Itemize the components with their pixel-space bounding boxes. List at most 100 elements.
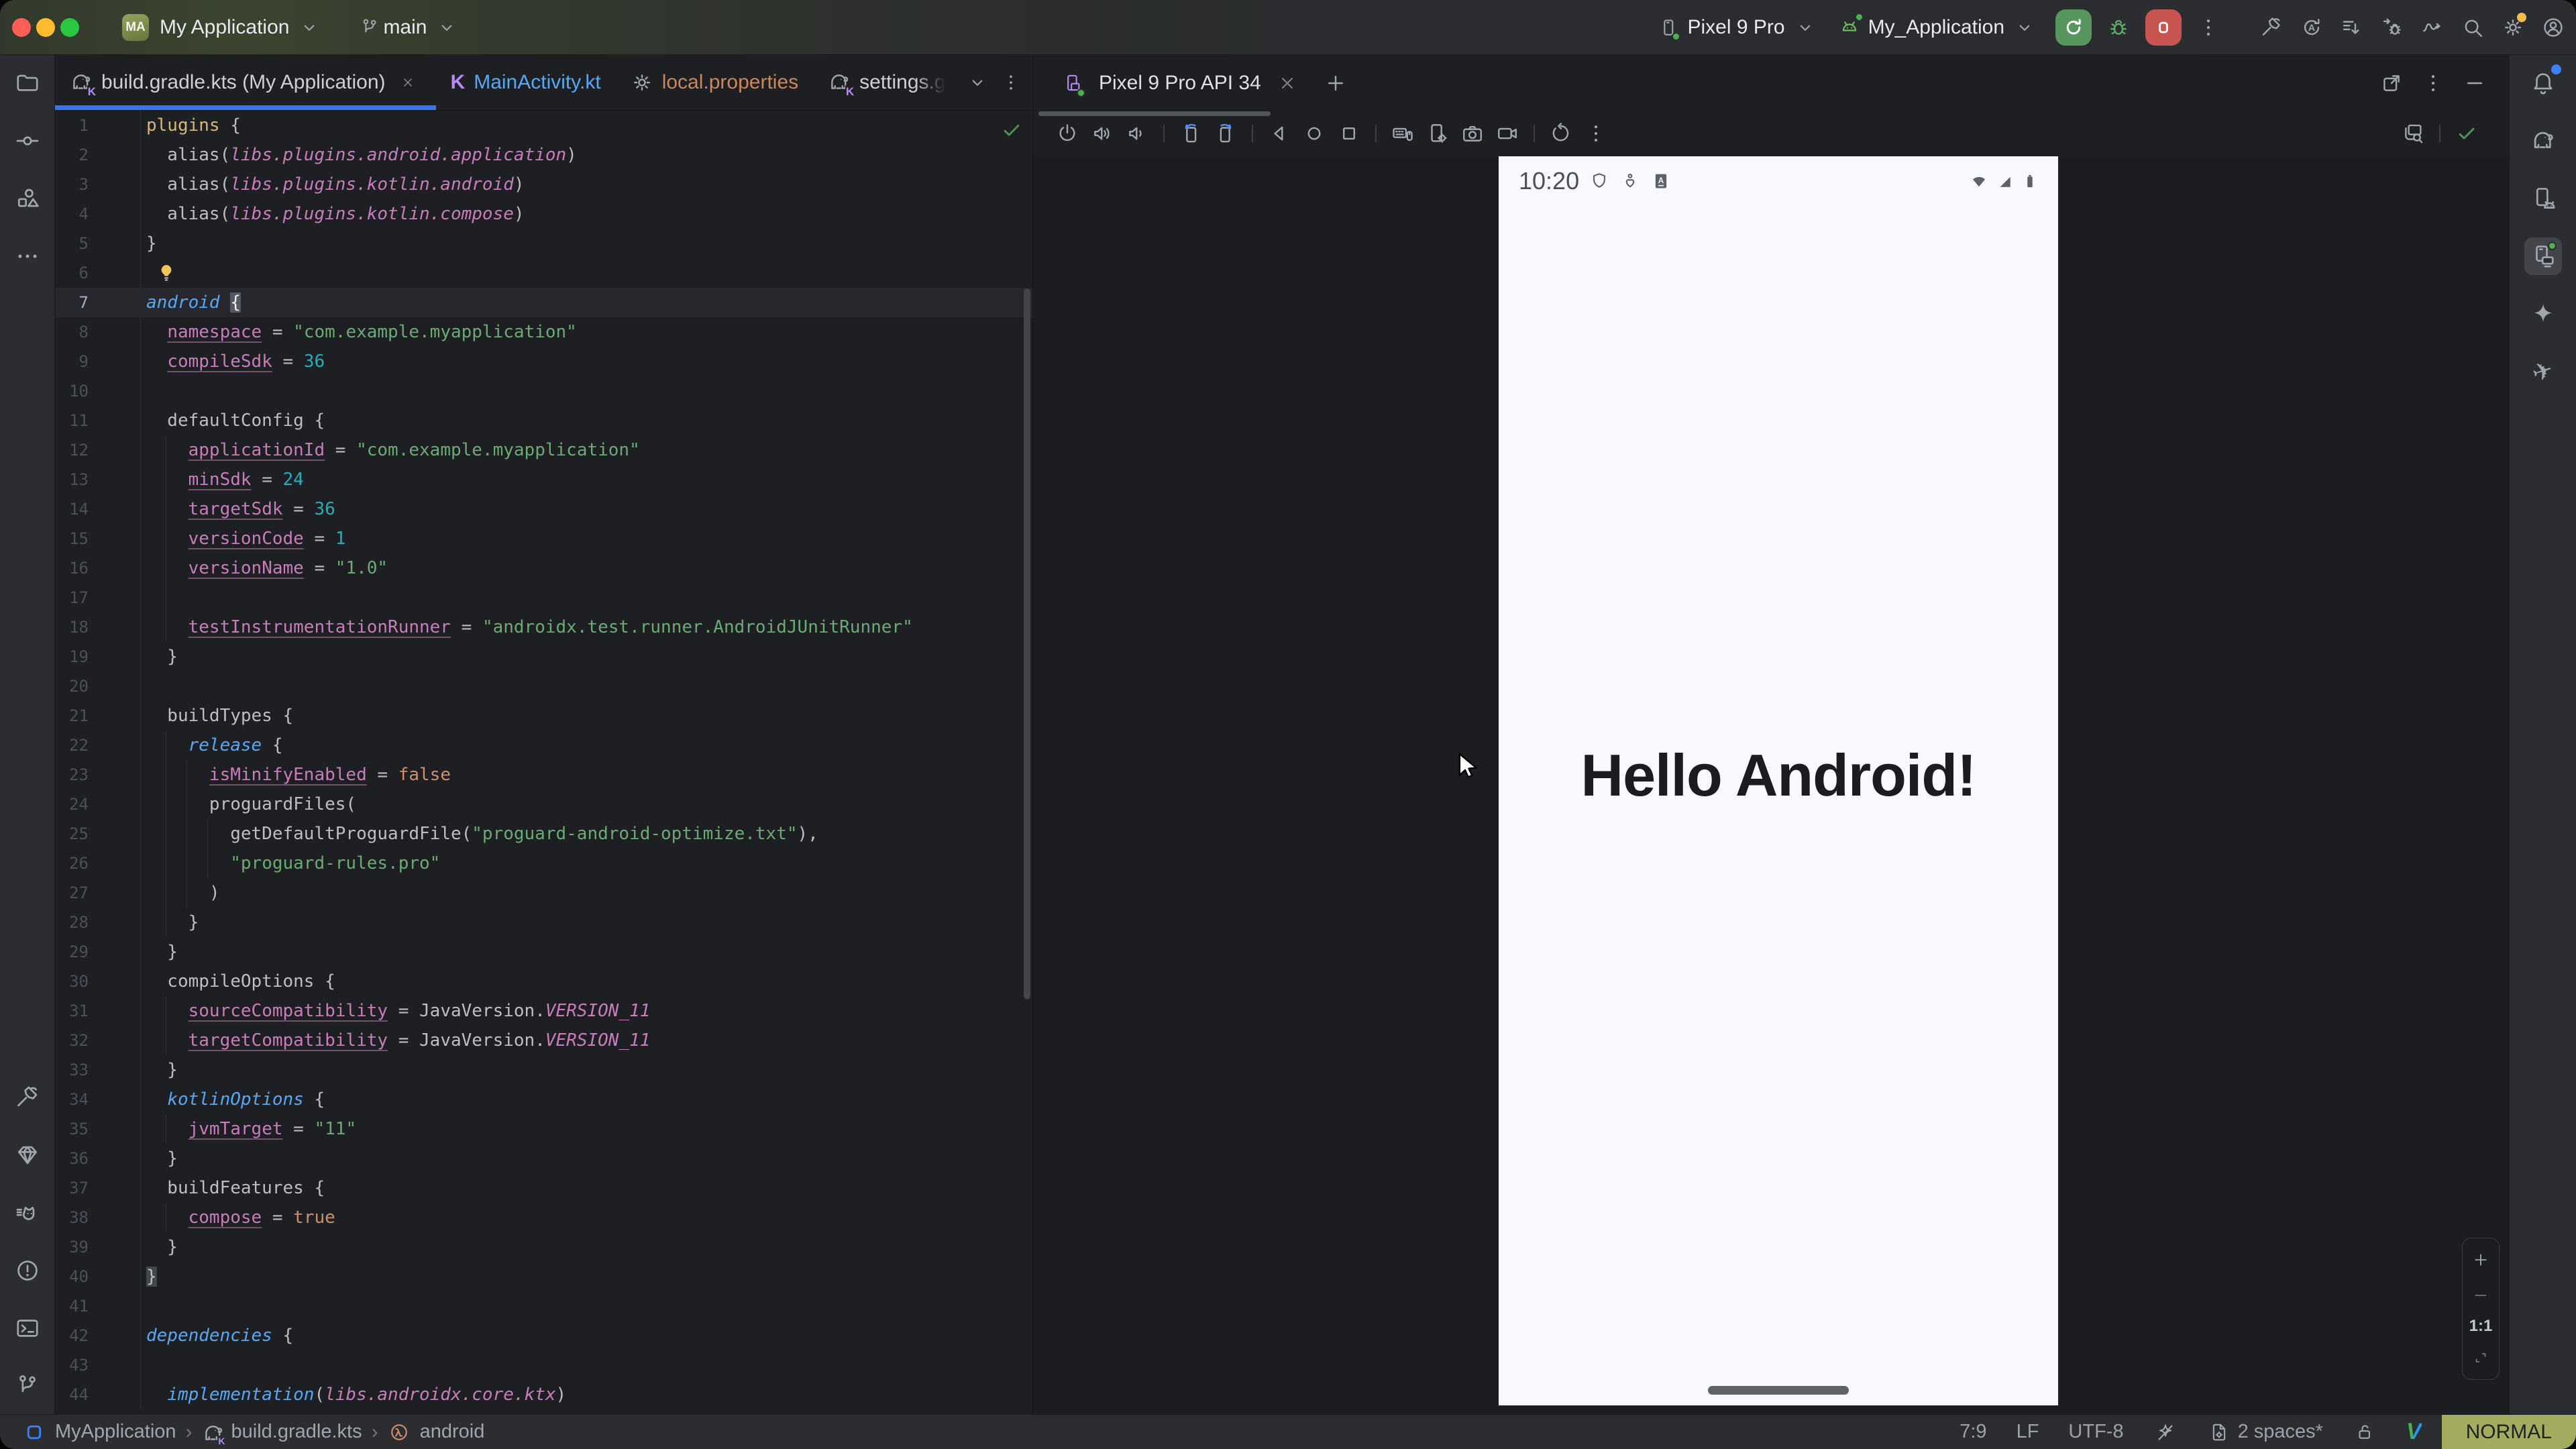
sidebar-item-notifications[interactable] (2524, 64, 2562, 102)
add-device-tab-button[interactable] (1320, 68, 1351, 99)
code-line[interactable]: 27 ) (55, 878, 1032, 908)
ui-check-button[interactable] (2398, 118, 2428, 149)
sidebar-item-gemini[interactable] (9, 1136, 46, 1174)
debug-button[interactable] (2105, 14, 2132, 41)
line-number[interactable]: 30 (55, 967, 89, 996)
code-line[interactable]: 17 (55, 583, 1032, 612)
line-number[interactable]: 3 (55, 170, 89, 199)
line-number[interactable]: 1 (55, 111, 89, 140)
ideavim-icon[interactable]: V (2406, 1419, 2422, 1445)
line-number[interactable]: 31 (55, 996, 89, 1026)
build-button[interactable] (2258, 14, 2285, 41)
code-line[interactable]: 9 compileSdk = 36 (55, 347, 1032, 376)
stop-button[interactable] (2145, 9, 2182, 46)
volume-down-button[interactable] (1122, 118, 1152, 149)
code-line[interactable]: 7android { (55, 288, 1032, 317)
sidebar-item-running-devices[interactable] (2524, 237, 2562, 275)
code-line[interactable]: 12 applicationId = "com.example.myapplic… (55, 435, 1032, 465)
line-number[interactable]: 5 (55, 229, 89, 258)
toolbar-more-button[interactable] (1580, 118, 1611, 149)
open-in-new-window-button[interactable] (2376, 68, 2407, 99)
code-line[interactable]: 2 alias(libs.plugins.android.application… (55, 140, 1032, 170)
code-line[interactable]: 30 compileOptions { (55, 967, 1032, 996)
code-line[interactable]: 26 "proguard-rules.pro" (55, 849, 1032, 878)
snapshot-reset-button[interactable] (1546, 118, 1576, 149)
code-line[interactable]: 14 targetSdk = 36 (55, 494, 1032, 524)
code-line[interactable]: 10 (55, 376, 1032, 406)
android-back-button[interactable] (1264, 118, 1295, 149)
inspections-status-check-icon[interactable] (1000, 119, 1023, 142)
line-number[interactable]: 11 (55, 406, 89, 435)
line-number[interactable]: 33 (55, 1055, 89, 1085)
code-line[interactable]: 41 (55, 1291, 1032, 1321)
apply-code-changes-button[interactable] (2339, 14, 2365, 41)
rotate-right-button[interactable] (1210, 118, 1241, 149)
sidebar-item-more[interactable] (9, 237, 46, 275)
vcs-branch-widget[interactable]: main (356, 14, 464, 41)
code-line[interactable]: 32 targetCompatibility = JavaVersion.VER… (55, 1026, 1032, 1055)
line-number[interactable]: 38 (55, 1203, 89, 1232)
profiler-button[interactable] (2419, 14, 2446, 41)
code-line[interactable]: 24 proguardFiles( (55, 790, 1032, 819)
tab-mainactivity-kt[interactable]: K MainActivity.kt (436, 55, 616, 110)
line-number[interactable]: 25 (55, 819, 89, 849)
code-line[interactable]: 44 implementation(libs.androidx.core.ktx… (55, 1380, 1032, 1409)
code-line[interactable]: 4 alias(libs.plugins.kotlin.compose) (55, 199, 1032, 229)
code-line[interactable]: 29 } (55, 937, 1032, 967)
device-settings-button[interactable] (1422, 118, 1453, 149)
hardware-input-button[interactable] (1387, 118, 1418, 149)
line-number[interactable]: 10 (55, 376, 89, 406)
line-number[interactable]: 35 (55, 1114, 89, 1144)
code-line[interactable]: 19 } (55, 642, 1032, 672)
line-number[interactable]: 20 (55, 672, 89, 701)
code-line[interactable]: 25 getDefaultProguardFile("proguard-andr… (55, 819, 1032, 849)
line-number[interactable]: 34 (55, 1085, 89, 1114)
zoom-out-button[interactable] (2467, 1282, 2494, 1309)
line-number[interactable]: 41 (55, 1291, 89, 1321)
code-line[interactable]: 18 testInstrumentationRunner = "androidx… (55, 612, 1032, 642)
settings-button[interactable] (2500, 14, 2526, 41)
code-line[interactable]: 20 (55, 672, 1032, 701)
device-screen[interactable]: 10:20 A Hello Android! (1499, 156, 2058, 1405)
tab-settings-gradle[interactable]: K settings.g (813, 55, 960, 110)
code-line[interactable]: 38 compose = true (55, 1203, 1032, 1232)
line-number[interactable]: 14 (55, 494, 89, 524)
restart-activity-button[interactable]: A (2298, 14, 2325, 41)
code-line[interactable]: 33 } (55, 1055, 1032, 1085)
android-overview-button[interactable] (1334, 118, 1364, 149)
sidebar-item-airplane[interactable]: ✈ (2524, 353, 2562, 390)
line-number[interactable]: 15 (55, 524, 89, 553)
code-line[interactable]: 1plugins { (55, 111, 1032, 140)
ai-assist-disabled-icon[interactable] (2153, 1420, 2178, 1444)
hide-panel-button[interactable] (2459, 68, 2490, 99)
line-number[interactable]: 16 (55, 553, 89, 583)
sidebar-item-logcat[interactable] (9, 1194, 46, 1232)
code-line[interactable]: 31 sourceCompatibility = JavaVersion.VER… (55, 996, 1032, 1026)
lock-icon[interactable] (2353, 1420, 2377, 1444)
sidebar-item-version-control[interactable] (9, 1367, 46, 1405)
code-line[interactable]: 16 versionName = "1.0" (55, 553, 1032, 583)
screenshot-button[interactable] (1457, 118, 1488, 149)
line-separator[interactable]: LF (2017, 1421, 2039, 1443)
line-number[interactable]: 40 (55, 1262, 89, 1291)
tab-options-button[interactable] (998, 69, 1024, 96)
tab-local-properties[interactable]: local.properties (616, 55, 813, 110)
search-everywhere-button[interactable] (2459, 14, 2486, 41)
indent-config[interactable]: 2 spaces* (2207, 1420, 2323, 1444)
rerun-button[interactable] (2055, 9, 2092, 46)
code-line[interactable]: 6 (55, 258, 1032, 288)
line-number[interactable]: 44 (55, 1380, 89, 1409)
attach-debugger-button[interactable] (2379, 14, 2406, 41)
line-number[interactable]: 27 (55, 878, 89, 908)
line-number[interactable]: 12 (55, 435, 89, 465)
sidebar-item-problems[interactable] (9, 1252, 46, 1289)
line-number[interactable]: 37 (55, 1173, 89, 1203)
android-home-button[interactable] (1299, 118, 1330, 149)
tab-build-gradle-kts[interactable]: K build.gradle.kts (My Application) (55, 55, 436, 110)
code-line[interactable]: 23 isMinifyEnabled = false (55, 760, 1032, 790)
line-number[interactable]: 8 (55, 317, 89, 347)
code-line[interactable]: 8 namespace = "com.example.myapplication… (55, 317, 1032, 347)
line-number[interactable]: 28 (55, 908, 89, 937)
code-line[interactable]: 5} (55, 229, 1032, 258)
zoom-fit-button[interactable] (2467, 1344, 2494, 1371)
